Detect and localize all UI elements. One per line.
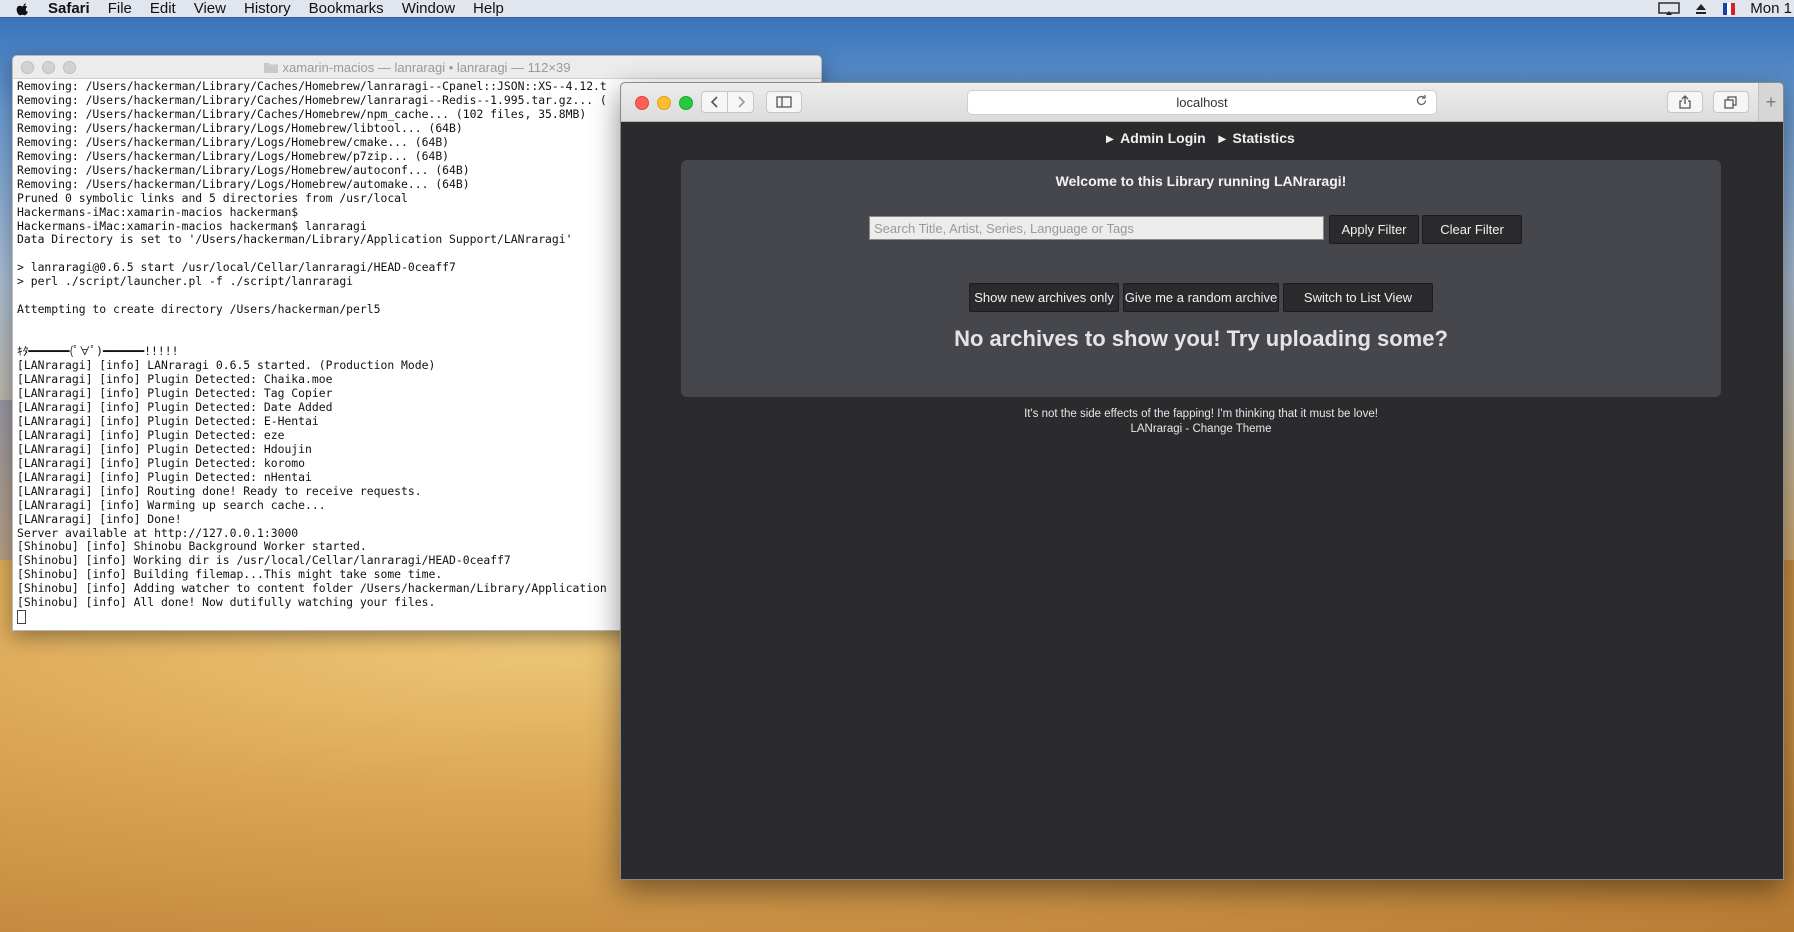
safari-minimize-button[interactable] <box>657 96 671 110</box>
terminal-line: [LANraragi] [info] Warming up search cac… <box>17 497 326 512</box>
terminal-line: [LANraragi] [info] LANraragi 0.6.5 start… <box>17 358 436 373</box>
terminal-line: [LANraragi] [info] Plugin Detected: Hdou… <box>17 441 312 456</box>
apple-icon[interactable] <box>16 2 30 16</box>
terminal-line: [LANraragi] [info] Routing done! Ready t… <box>17 483 422 498</box>
terminal-line: Removing: /Users/hackerman/Library/Logs/… <box>17 120 463 135</box>
terminal-line: [Shinobu] [info] Shinobu Background Work… <box>17 539 367 554</box>
address-bar-url: localhost <box>1176 95 1228 110</box>
address-bar[interactable]: localhost <box>967 90 1437 115</box>
change-theme-link[interactable]: Change Theme <box>1192 423 1271 435</box>
chevron-left-icon <box>710 96 718 108</box>
footer-links: LANraragi - Change Theme <box>681 422 1721 437</box>
safari-window[interactable]: localhost + ▸ Admin Login ▸ Statistics W… <box>620 82 1784 880</box>
terminal-line: Removing: /Users/hackerman/Library/Logs/… <box>17 148 450 163</box>
terminal-line: [LANraragi] [info] Plugin Detected: E-He… <box>17 413 319 428</box>
terminal-zoom-button[interactable] <box>63 61 76 74</box>
motd-text: It's not the side effects of the fapping… <box>1024 408 1378 420</box>
terminal-line: Removing: /Users/hackerman/Library/Cache… <box>17 92 607 107</box>
terminal-line: Removing: /Users/hackerman/Library/Logs/… <box>17 176 470 191</box>
terminal-line: [LANraragi] [info] Plugin Detected: Tag … <box>17 385 333 400</box>
reload-icon[interactable] <box>1415 94 1428 107</box>
clear-filter-button[interactable]: Clear Filter <box>1422 215 1522 244</box>
terminal-line: Removing: /Users/hackerman/Library/Logs/… <box>17 162 470 177</box>
apply-filter-button[interactable]: Apply Filter <box>1329 215 1419 244</box>
terminal-line: [LANraragi] [info] Plugin Detected: Chai… <box>17 372 333 387</box>
switch-list-view-button[interactable]: Switch to List View <box>1283 283 1433 312</box>
menu-view[interactable]: View <box>194 0 226 17</box>
terminal-line: Removing: /Users/hackerman/Library/Logs/… <box>17 134 450 149</box>
safari-zoom-button[interactable] <box>679 96 693 110</box>
airplay-display-icon[interactable] <box>1658 1 1680 16</box>
new-tab-button[interactable]: + <box>1758 83 1783 121</box>
terminal-line: [Shinobu] [info] Adding watcher to conte… <box>17 581 607 596</box>
terminal-titlebar[interactable]: xamarin-macios — lanraragi • lanraragi —… <box>13 56 821 79</box>
terminal-cursor <box>17 610 26 625</box>
eject-icon[interactable] <box>1694 2 1708 16</box>
random-archive-button[interactable]: Give me a random archive <box>1123 283 1279 312</box>
terminal-line: Hackermans-iMac:xamarin-macios hackerman… <box>17 204 299 219</box>
terminal-title: xamarin-macios — lanraragi • lanraragi —… <box>282 59 571 75</box>
terminal-line: Pruned 0 symbolic links and 5 directorie… <box>17 190 408 205</box>
sidebar-icon <box>776 96 792 108</box>
terminal-line: [LANraragi] [info] Plugin Detected: koro… <box>17 455 306 470</box>
menu-help[interactable]: Help <box>473 0 504 17</box>
welcome-heading: Welcome to this Library running LANrarag… <box>1055 173 1347 189</box>
tabs-icon <box>1724 95 1737 109</box>
footer-separator: - <box>1182 423 1193 435</box>
terminal-line: Hackermans-iMac:xamarin-macios hackerman… <box>17 218 367 233</box>
chevron-right-icon <box>737 96 745 108</box>
terminal-close-button[interactable] <box>21 61 34 74</box>
terminal-minimize-button[interactable] <box>42 61 55 74</box>
show-new-archives-button[interactable]: Show new archives only <box>969 283 1119 312</box>
terminal-line: [LANraragi] [info] Plugin Detected: nHen… <box>17 469 312 484</box>
terminal-line: [Shinobu] [info] Building filemap...This… <box>17 567 443 582</box>
sidebar-toggle-button[interactable] <box>766 91 802 113</box>
tab-overview-button[interactable] <box>1713 91 1749 113</box>
library-panel: Welcome to this Library running LANrarag… <box>681 160 1721 397</box>
menu-bar: Safari File Edit View History Bookmarks … <box>0 0 1794 17</box>
empty-state-message: No archives to show you! Try uploading s… <box>954 326 1448 351</box>
safari-close-button[interactable] <box>635 96 649 110</box>
menu-clock[interactable]: Mon 1 <box>1750 0 1792 17</box>
terminal-line: > lanraragi@0.6.5 start /usr/local/Cella… <box>17 260 456 275</box>
top-nav: ▸ Admin Login ▸ Statistics <box>621 122 1783 147</box>
lanraragi-page: ▸ Admin Login ▸ Statistics Welcome to th… <box>621 122 1783 879</box>
forward-button[interactable] <box>727 91 754 113</box>
safari-window-controls <box>635 96 693 110</box>
terminal-window-controls <box>21 61 76 74</box>
terminal-line: Removing: /Users/hackerman/Library/Cache… <box>17 79 607 93</box>
plus-icon: + <box>1765 91 1777 112</box>
terminal-line: Removing: /Users/hackerman/Library/Cache… <box>17 106 587 121</box>
nav-admin-login[interactable]: ▸ Admin Login <box>1106 130 1208 146</box>
lanraragi-link[interactable]: LANraragi <box>1130 423 1182 435</box>
share-icon <box>1679 95 1691 109</box>
terminal-line: > perl ./script/launcher.pl -f ./script/… <box>17 274 354 289</box>
terminal-line: [LANraragi] [info] Done! <box>17 511 182 526</box>
terminal-line: Attempting to create directory /Users/ha… <box>17 302 381 317</box>
menu-file[interactable]: File <box>108 0 132 17</box>
menu-app-name[interactable]: Safari <box>48 0 90 17</box>
input-source-flag-icon[interactable] <box>1722 2 1736 16</box>
menu-history[interactable]: History <box>244 0 291 17</box>
share-button[interactable] <box>1667 91 1703 113</box>
terminal-line: [Shinobu] [info] All done! Now dutifully… <box>17 595 436 610</box>
folder-icon <box>263 62 278 73</box>
menu-window[interactable]: Window <box>402 0 455 17</box>
safari-toolbar: localhost + <box>621 83 1783 122</box>
search-input[interactable] <box>869 216 1324 240</box>
menu-edit[interactable]: Edit <box>150 0 176 17</box>
terminal-line: ｷﾀ━━━━━━(ﾟ∀ﾟ)━━━━━━!!!!! <box>17 344 179 359</box>
page-footer: It's not the side effects of the fapping… <box>681 407 1721 437</box>
menu-bookmarks[interactable]: Bookmarks <box>309 0 384 17</box>
back-button[interactable] <box>701 91 728 113</box>
terminal-line: [LANraragi] [info] Plugin Detected: Date… <box>17 399 333 414</box>
terminal-line: Data Directory is set to '/Users/hackerm… <box>17 232 573 247</box>
menu-extras: Mon 1 <box>1658 0 1794 17</box>
terminal-line: [LANraragi] [info] Plugin Detected: eze <box>17 427 285 442</box>
terminal-line: Server available at http://127.0.0.1:300… <box>17 525 299 540</box>
nav-statistics[interactable]: ▸ Statistics <box>1219 130 1298 146</box>
terminal-line: [Shinobu] [info] Working dir is /usr/loc… <box>17 553 511 568</box>
